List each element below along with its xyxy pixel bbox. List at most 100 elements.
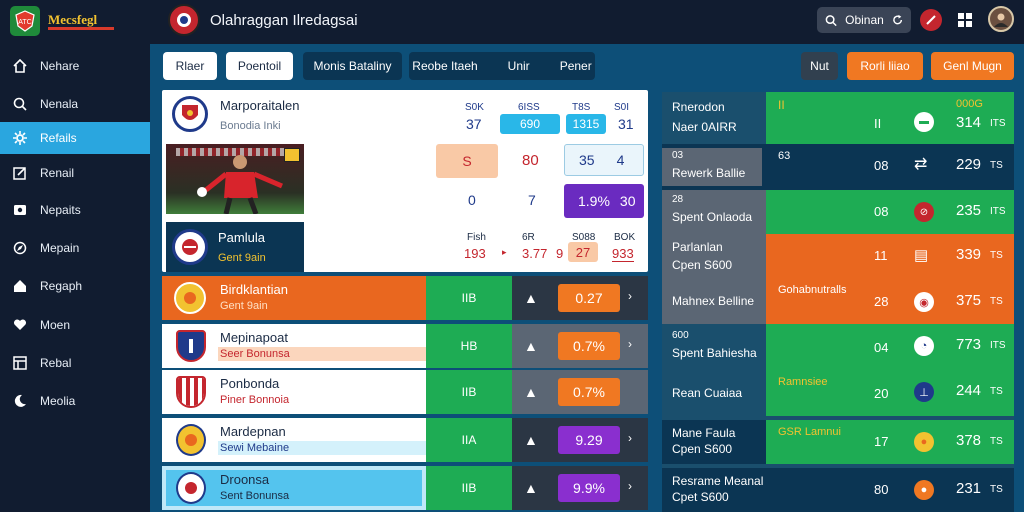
- odds-header: S0K: [465, 102, 484, 113]
- split-icon[interactable]: ⇄: [914, 154, 927, 174]
- chevron-right-icon[interactable]: ›: [628, 337, 632, 351]
- main-content: Rlaer Poentoil Monis Bataliny Reobe Itae…: [150, 44, 1024, 512]
- odds-value-pill[interactable]: 1315: [566, 114, 606, 134]
- match-odds-cell[interactable]: ▲ 0.7% ›: [512, 324, 648, 368]
- odds-value-pill[interactable]: 690: [500, 114, 560, 134]
- stats-row[interactable]: 600 Spent Bahiesha 04 ◔ 773 ITS: [662, 324, 1014, 370]
- match-row[interactable]: Mepinapoat Seer Bonunsa HB ▲ 0.7% ›: [162, 324, 648, 368]
- team-b-panel[interactable]: Pamlula Gent 9ain: [166, 222, 304, 272]
- sidebar-item-search[interactable]: Nenala: [0, 88, 150, 120]
- match-code[interactable]: IIB: [426, 276, 512, 320]
- stats-mid: II: [874, 116, 882, 131]
- club-badge-icon[interactable]: [168, 4, 200, 36]
- match-odds-pill[interactable]: 0.27: [558, 284, 620, 312]
- search-input[interactable]: Obinan: [845, 13, 884, 27]
- avatar[interactable]: [988, 6, 1014, 32]
- match-code[interactable]: IIB: [426, 370, 512, 414]
- match-odds-cell[interactable]: ▲ 0.7%: [512, 370, 648, 414]
- sidebar-item-night[interactable]: Meolia: [0, 385, 150, 417]
- odds-bottom-value[interactable]: 193: [464, 246, 486, 261]
- match-row[interactable]: Birdklantian Gent 9ain IIB ▲ 0.27 ›: [162, 276, 648, 320]
- no-entry-icon[interactable]: ⊘: [914, 202, 934, 222]
- search-box[interactable]: Obinan: [817, 7, 911, 33]
- odds-value[interactable]: 37: [466, 116, 482, 132]
- tab-rlaer[interactable]: Rlaer: [163, 52, 217, 80]
- table-icon[interactable]: ▤: [914, 246, 928, 264]
- stats-row[interactable]: 28 Spent Onlaoda 08 ⊘ 235 ITS: [662, 190, 1014, 234]
- odds-bottom-value[interactable]: 9: [556, 246, 563, 261]
- featured-match-card[interactable]: Marporaitalen Bonodia Inki Pamlula Gent …: [162, 90, 648, 272]
- odds-low-value[interactable]: 7: [528, 192, 536, 208]
- odds-cell-away[interactable]: 35 4: [564, 144, 644, 176]
- target-icon[interactable]: ◉: [914, 292, 934, 312]
- heart-icon: [12, 317, 28, 333]
- steps-icon[interactable]: ⊥: [914, 382, 934, 402]
- chevron-right-icon[interactable]: ›: [628, 289, 632, 303]
- sidebar-item-home-2[interactable]: Regaph: [0, 270, 150, 302]
- app-logo-icon[interactable]: ATC: [10, 6, 40, 36]
- odds-value[interactable]: 31: [618, 116, 634, 132]
- genl-mugn-button[interactable]: Genl Mugn: [931, 52, 1014, 80]
- odds-bottom-value[interactable]: 933: [612, 246, 634, 262]
- match-odds-pill[interactable]: 0.7%: [558, 332, 620, 360]
- stats-row[interactable]: Mane Faula Cpen S600 GSR Lamnui 17 ● 378…: [662, 420, 1014, 464]
- stats-row[interactable]: Rean Cuaiaa Ramnsiee 20 ⊥ 244 TS: [662, 370, 1014, 416]
- coin-icon[interactable]: ●: [914, 480, 934, 500]
- stats-title: 600: [672, 330, 689, 341]
- odds-cell-draw[interactable]: 80: [522, 152, 539, 169]
- coin-icon[interactable]: ●: [914, 432, 934, 452]
- chevron-right-icon[interactable]: ›: [628, 479, 632, 493]
- match-odds-cell[interactable]: ▲ 0.27 ›: [512, 276, 648, 320]
- status-icon[interactable]: [914, 112, 934, 132]
- team-a-crest-icon: [172, 96, 208, 132]
- match-odds-cell[interactable]: ▲ 9.29 ›: [512, 418, 648, 462]
- stats-title: Parlanlan: [672, 240, 723, 254]
- tab-unir[interactable]: Unir: [508, 59, 530, 73]
- stats-row[interactable]: Parlanlan Cpen S600 11 ▤ 339 TS: [662, 234, 1014, 278]
- apps-grid-icon[interactable]: [958, 13, 972, 27]
- nut-button[interactable]: Nut: [801, 52, 838, 80]
- odds-cell-home[interactable]: S: [436, 144, 498, 178]
- notification-icon[interactable]: [920, 9, 942, 31]
- search-icon: [12, 96, 28, 112]
- stats-row[interactable]: Rnerodon Naer 0AIRR II II 000G 314 ITS: [662, 92, 1014, 144]
- sidebar-item-edit[interactable]: Renail: [0, 157, 150, 189]
- team-crest-icon: [176, 376, 206, 408]
- match-odds-pill[interactable]: 9.9%: [558, 474, 620, 502]
- chevron-right-icon[interactable]: ›: [628, 431, 632, 445]
- odds-bottom-pill[interactable]: 27: [568, 242, 598, 262]
- match-code[interactable]: IIA: [426, 418, 512, 462]
- tab-monis-bataliny[interactable]: Monis Bataliny: [303, 52, 402, 80]
- match-code[interactable]: HB: [426, 324, 512, 368]
- sidebar-item-home[interactable]: Nehare: [0, 50, 150, 82]
- refresh-icon[interactable]: [892, 14, 903, 26]
- match-odds-pill[interactable]: 9.29: [558, 426, 620, 454]
- arrow-icon: ▸: [502, 247, 507, 257]
- tab-group-d[interactable]: Reobe Itaeh Unir Pener: [409, 52, 595, 80]
- tab-pener[interactable]: Pener: [560, 59, 592, 73]
- stats-row[interactable]: Resrame Meanal Cpet S600 80 ● 231 TS: [662, 468, 1014, 512]
- match-row[interactable]: Mardepnan Sewi Mebaine IIA ▲ 9.29 ›: [162, 418, 648, 462]
- pie-icon[interactable]: ◔: [914, 336, 934, 356]
- odds-bottom-value[interactable]: 3.77: [522, 246, 547, 261]
- stats-row[interactable]: 03 Rewerk Ballie 63 08 ⇄ 229 TS: [662, 144, 1014, 190]
- odds-low-value[interactable]: 0: [468, 192, 476, 208]
- odds-low-highlight[interactable]: 1.9% 30: [564, 184, 644, 218]
- match-row[interactable]: Droonsa Sent Bonunsa IIB ▲ 9.9% ›: [162, 466, 648, 510]
- match-row[interactable]: Ponbonda Piner Bonnoia IIB ▲ 0.7%: [162, 370, 648, 414]
- sidebar-item-explore[interactable]: Mepain: [0, 232, 150, 264]
- match-odds-pill[interactable]: 0.7%: [558, 378, 620, 406]
- team-b-name: Pamlula: [218, 230, 265, 245]
- match-code[interactable]: IIB: [426, 466, 512, 510]
- tab-poentoil[interactable]: Poentoil: [226, 52, 293, 80]
- sidebar-item-settings[interactable]: Refails: [0, 122, 150, 154]
- sidebar-item-favorites[interactable]: Moen: [0, 309, 150, 341]
- stats-value: 244: [956, 382, 982, 399]
- sidebar-item-tables[interactable]: Rebal: [0, 347, 150, 379]
- sidebar-item-photos[interactable]: Nepaits: [0, 194, 150, 226]
- match-odds-cell[interactable]: ▲ 9.9% ›: [512, 466, 648, 510]
- rorli-button[interactable]: Rorli liiao: [847, 52, 923, 80]
- stats-row[interactable]: Mahnex Belline Gohabnutralls 28 ◉ 375 TS: [662, 278, 1014, 324]
- stats-unit: TS: [990, 250, 1003, 261]
- tab-reobe[interactable]: Reobe Itaeh: [412, 59, 477, 73]
